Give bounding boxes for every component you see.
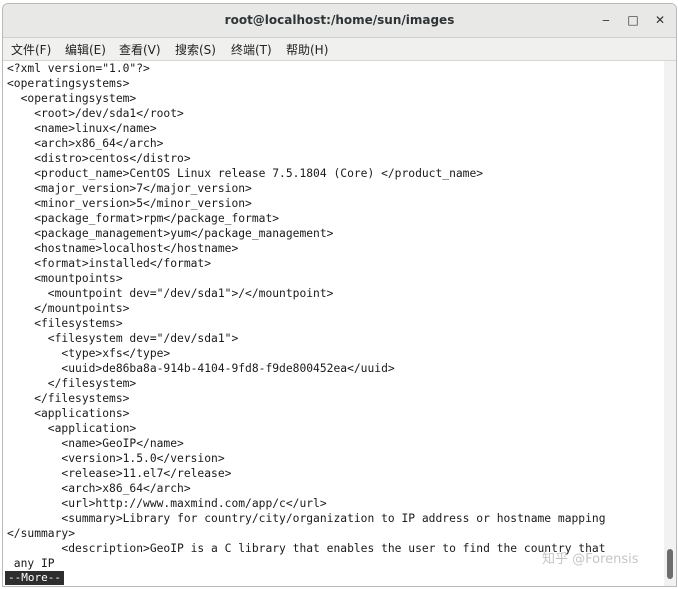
terminal-scrollbar[interactable] bbox=[664, 61, 676, 586]
terminal-line: <applications> bbox=[7, 407, 130, 420]
close-button[interactable]: ✕ bbox=[650, 11, 670, 29]
terminal-line: <major_version>7</major_version> bbox=[7, 182, 252, 195]
terminal-line: <filesystem dev="/dev/sda1"> bbox=[7, 332, 239, 345]
terminal-line: </filesystems> bbox=[7, 392, 130, 405]
terminal-line: <operatingsystem> bbox=[7, 92, 137, 105]
pager-more-prompt: --More-- bbox=[5, 571, 64, 585]
menu-terminal[interactable]: 终端(T) bbox=[231, 41, 272, 58]
terminal-line: <mountpoints> bbox=[7, 272, 123, 285]
watermark: 知乎 @Forensis bbox=[542, 552, 639, 567]
terminal-line: <uuid>de86ba8a-914b-4104-9fd8-f9de800452… bbox=[7, 362, 395, 375]
terminal-line: <application> bbox=[7, 422, 137, 435]
menu-file[interactable]: 文件(F) bbox=[11, 41, 51, 58]
terminal-line: <type>xfs</type> bbox=[7, 347, 171, 360]
terminal-line: <name>linux</name> bbox=[7, 122, 157, 135]
terminal-line: <version>1.5.0</version> bbox=[7, 452, 225, 465]
terminal-line: <release>11.el7</release> bbox=[7, 467, 232, 480]
window-title: root@localhost:/home/sun/images bbox=[224, 13, 455, 27]
terminal-line: </mountpoints> bbox=[7, 302, 130, 315]
terminal-line: <arch>x86_64</arch> bbox=[7, 137, 164, 150]
terminal-line: </filesystem> bbox=[7, 377, 137, 390]
terminal-line: <filesystems> bbox=[7, 317, 123, 330]
title-bar[interactable]: root@localhost:/home/sun/images ‒ □ ✕ bbox=[3, 4, 676, 38]
terminal-line: <mountpoint dev="/dev/sda1">/</mountpoin… bbox=[7, 287, 334, 300]
terminal-line: any IP bbox=[7, 557, 55, 570]
terminal-line: <arch>x86_64</arch> bbox=[7, 482, 191, 495]
maximize-button[interactable]: □ bbox=[623, 11, 643, 29]
terminal-line: <package_format>rpm</package_format> bbox=[7, 212, 280, 225]
menu-search[interactable]: 搜索(S) bbox=[175, 41, 216, 58]
menu-edit[interactable]: 编辑(E) bbox=[65, 41, 106, 58]
terminal-line: <format>installed</format> bbox=[7, 257, 212, 270]
terminal-window: root@localhost:/home/sun/images ‒ □ ✕ 文件… bbox=[2, 3, 677, 587]
terminal-line: <package_management>yum</package_managem… bbox=[7, 227, 334, 240]
terminal-line: <operatingsystems> bbox=[7, 77, 130, 90]
terminal-line: <?xml version="1.0"?> bbox=[7, 62, 150, 75]
terminal-line: <url>http://www.maxmind.com/app/c</url> bbox=[7, 497, 327, 510]
menu-bar: 文件(F) 编辑(E) 查看(V) 搜索(S) 终端(T) 帮助(H) bbox=[3, 38, 676, 61]
scrollbar-thumb[interactable] bbox=[667, 549, 673, 579]
menu-help[interactable]: 帮助(H) bbox=[286, 41, 328, 58]
menu-view[interactable]: 查看(V) bbox=[119, 41, 161, 58]
terminal-line: <distro>centos</distro> bbox=[7, 152, 191, 165]
terminal-line: <name>GeoIP</name> bbox=[7, 437, 184, 450]
terminal-line: <product_name>CentOS Linux release 7.5.1… bbox=[7, 167, 484, 180]
terminal-output[interactable]: <?xml version="1.0"?> <operatingsystems>… bbox=[3, 61, 663, 586]
terminal-line: <minor_version>5</minor_version> bbox=[7, 197, 252, 210]
minimize-button[interactable]: ‒ bbox=[596, 11, 616, 29]
terminal-line: <root>/dev/sda1</root> bbox=[7, 107, 184, 120]
terminal-line: <description>GeoIP is a C library that e… bbox=[7, 542, 606, 555]
terminal-line: <hostname>localhost</hostname> bbox=[7, 242, 239, 255]
terminal-line: </summary> bbox=[7, 527, 76, 540]
terminal-line: <summary>Library for country/city/organi… bbox=[7, 512, 606, 525]
